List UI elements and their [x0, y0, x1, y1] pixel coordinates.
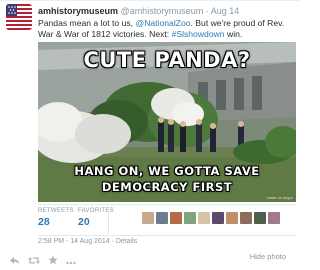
meme-bottom-text-1: HANG ON, WE GOTTA SAVE [74, 164, 260, 178]
separator-dot: · [205, 6, 209, 16]
tweet-stats: RETWEETS 28 FAVORITES 20 [38, 208, 296, 234]
engager-avatar[interactable] [142, 212, 154, 224]
hide-photo-link[interactable]: Hide photo [250, 252, 286, 261]
tweet-timestamp[interactable]: 2:58 PM - 14 Aug 2014 · Details [38, 238, 137, 245]
tweet-text: Pandas mean a lot to us, @NationalZoo. B… [38, 18, 296, 39]
photo-credit: made on imgur [266, 195, 293, 200]
stats-vertical-divider [108, 208, 109, 234]
us-flag-icon [6, 4, 32, 30]
engager-avatar[interactable] [198, 212, 210, 224]
engager-avatar[interactable] [268, 212, 280, 224]
engager-avatar[interactable] [184, 212, 196, 224]
retweet-icon[interactable] [28, 252, 40, 270]
engager-avatar[interactable] [170, 212, 182, 224]
reply-icon[interactable] [10, 252, 20, 270]
meme-bottom-text-2: DEMOCRACY FIRST [101, 180, 233, 194]
tweet: amhistorymuseum @amhistorymuseum · Aug 1… [0, 0, 300, 270]
engager-avatar[interactable] [240, 212, 252, 224]
hashtag-link[interactable]: #Slshowdown [172, 29, 225, 39]
retweets-label[interactable]: RETWEETS [38, 208, 74, 214]
tweet-text-part3: win. [224, 28, 243, 39]
tweet-date[interactable]: Aug 14 [211, 6, 240, 16]
tweet-text-part1: Pandas mean a lot to us, [38, 18, 136, 28]
top-divider [0, 0, 300, 1]
user-handle[interactable]: @amhistorymuseum [121, 6, 204, 16]
avatar[interactable] [6, 4, 32, 30]
tweet-photo[interactable]: CUTE PANDA? HANG ON, WE GOTTA SAVE DEMOC… [38, 42, 296, 202]
tweet-header: amhistorymuseum @amhistorymuseum · Aug 1… [38, 6, 296, 17]
retweets-count[interactable]: 28 [38, 216, 50, 228]
tweet-actions: Hide photo [6, 250, 294, 268]
favorites-count[interactable]: 20 [78, 216, 90, 228]
engager-avatar[interactable] [226, 212, 238, 224]
more-icon[interactable] [66, 252, 76, 270]
stats-divider-bottom [38, 235, 296, 236]
mention-link[interactable]: @NationalZoo [135, 18, 190, 28]
engager-avatar[interactable] [254, 212, 266, 224]
user-name[interactable]: amhistorymuseum [38, 6, 118, 16]
engager-avatar[interactable] [156, 212, 168, 224]
engager-avatar[interactable] [212, 212, 224, 224]
meme-top-text: CUTE PANDA? [83, 48, 251, 72]
stats-divider-top [38, 204, 296, 205]
star-icon[interactable] [48, 252, 58, 270]
